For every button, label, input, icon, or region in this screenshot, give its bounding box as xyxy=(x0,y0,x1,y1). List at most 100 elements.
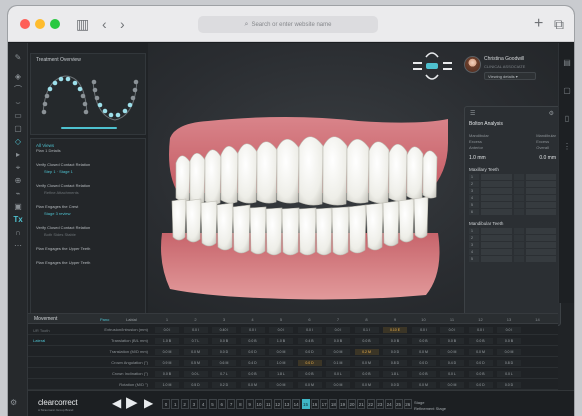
movement-cell[interactable]: 0.0 I xyxy=(497,327,521,333)
movement-column-header[interactable]: 6 xyxy=(299,317,321,322)
movement-cell[interactable]: 0.0 M xyxy=(354,360,379,366)
stage-button[interactable]: 2 xyxy=(180,399,189,409)
movement-cell[interactable]: 0.0 M xyxy=(497,349,521,355)
movement-column-header[interactable]: 14 xyxy=(527,317,549,322)
plan-step[interactable]: Verify Closed Contact Relation Step 1 · … xyxy=(36,162,140,174)
stage-button[interactable]: 20 xyxy=(348,399,356,409)
movement-cell[interactable]: 0.0 B xyxy=(326,338,350,344)
movement-cell[interactable]: 0.0 B xyxy=(297,371,322,377)
movement-cell[interactable]: 0.8 D xyxy=(383,360,407,366)
movement-column-header[interactable]: 9 xyxy=(384,317,406,322)
stage-button[interactable]: 5 xyxy=(208,399,217,409)
tooth-icon[interactable]: ▭ xyxy=(8,109,28,122)
stage-button[interactable]: 11 xyxy=(264,399,273,409)
movement-cell[interactable]: 0.0 L xyxy=(440,371,464,377)
stage-button[interactable]: 13 xyxy=(282,399,291,409)
movement-cell[interactable]: 0.6 M xyxy=(212,360,236,366)
stage-button[interactable]: 24 xyxy=(385,399,394,409)
movement-column-header[interactable]: 7 xyxy=(327,317,349,322)
movement-cell[interactable]: 0.0 B xyxy=(354,338,379,344)
tag-icon[interactable]: ⌁ xyxy=(8,187,28,200)
layers-icon[interactable]: ◈ xyxy=(8,70,28,83)
copy-icon[interactable]: ▯ xyxy=(559,105,574,133)
stage-button[interactable]: 9 xyxy=(245,399,254,409)
movement-cell[interactable]: 0.0 I xyxy=(468,327,493,333)
stage-icon[interactable]: ▢ xyxy=(8,122,28,135)
stage-button[interactable]: 19 xyxy=(338,399,347,409)
movement-cell[interactable]: 1.0 B xyxy=(155,338,179,344)
user-avatar[interactable] xyxy=(464,56,481,73)
lower-jaw-icon[interactable]: ⌣ xyxy=(8,96,28,109)
movement-cell[interactable]: 0.0 L xyxy=(326,371,350,377)
info-icon[interactable]: ⋯ xyxy=(8,239,28,252)
movement-cell[interactable]: 0.4 D xyxy=(240,360,265,366)
back-icon[interactable]: ‹ xyxy=(102,15,107,33)
movement-cell[interactable]: 1.8 L xyxy=(269,371,293,377)
stage-button[interactable]: 3 xyxy=(189,399,198,409)
stage-button[interactable]: 15 xyxy=(301,399,310,409)
stage-button[interactable]: 4 xyxy=(199,399,208,409)
plan-step[interactable]: Verify Closed Contact Relation Refine At… xyxy=(36,183,140,195)
movement-cell[interactable]: 0.7 L xyxy=(212,371,236,377)
movement-cell[interactable]: 0.0 M xyxy=(183,349,208,355)
movement-cell[interactable]: 0.0 I xyxy=(240,327,265,333)
movement-cell[interactable]: 0.1 I xyxy=(354,327,379,333)
movement-cell[interactable]: 0.0 D xyxy=(411,360,436,366)
movement-cell[interactable]: 0.5 M xyxy=(183,360,208,366)
maximize-window-button[interactable] xyxy=(50,19,60,29)
movement-cell[interactable]: 0.0 M xyxy=(269,349,293,355)
movement-cell[interactable]: 0.0 I xyxy=(269,327,293,333)
movement-cell[interactable]: 0.1 M xyxy=(326,360,350,366)
attachment-icon[interactable]: ◇ xyxy=(8,135,28,148)
movement-cell[interactable]: 0.0 I xyxy=(183,327,208,333)
movement-cell[interactable]: 0.4 D xyxy=(440,360,464,366)
movement-cell[interactable]: 0.0 M xyxy=(411,349,436,355)
movement-cell[interactable]: 1.8 L xyxy=(383,371,407,377)
movement-cell[interactable]: 0.0 D xyxy=(383,382,407,388)
movement-cell[interactable]: 0.0 M xyxy=(411,382,436,388)
tabs-icon[interactable]: ⧉ xyxy=(554,15,564,33)
plan-step[interactable]: Plan Engages the Upper Teeth xyxy=(36,246,140,251)
movement-cell[interactable]: 0.0 D xyxy=(240,349,265,355)
movement-cell[interactable]: 0.0 B xyxy=(240,338,265,344)
movement-cell[interactable]: 0.0 M xyxy=(468,349,493,355)
movement-cell[interactable]: 0.0 M xyxy=(326,382,350,388)
movement-cell[interactable]: 1.0 M xyxy=(155,382,179,388)
movement-cell[interactable]: 0.0 M xyxy=(326,349,350,355)
movement-column-header[interactable]: 4 xyxy=(242,317,264,322)
stage-button[interactable]: 26 xyxy=(403,399,412,409)
cube-icon[interactable]: ▣ xyxy=(8,200,28,213)
plan-step[interactable]: Plan Engages the Upper Teeth xyxy=(36,260,140,265)
stage-button[interactable]: 12 xyxy=(273,399,282,409)
stage-button[interactable]: 14 xyxy=(292,399,301,409)
movement-cell[interactable]: 0.2 M xyxy=(354,349,379,355)
new-tab-icon[interactable]: + xyxy=(534,15,543,33)
movement-cell[interactable]: 1.0 M xyxy=(269,360,293,366)
movement-cell[interactable]: 0.0 B xyxy=(383,338,407,344)
plan-step[interactable]: Verify Closed Contact Relation Both Side… xyxy=(36,225,140,237)
movement-column-header[interactable]: 8 xyxy=(356,317,378,322)
text-icon[interactable]: Tx xyxy=(8,213,28,226)
movement-cell[interactable]: 0.0 B xyxy=(240,371,265,377)
movement-cell[interactable]: 0.0 L xyxy=(497,371,521,377)
movement-cell[interactable]: 0.0 B xyxy=(354,371,379,377)
movement-column-header[interactable]: 11 xyxy=(441,317,463,322)
movement-cell[interactable]: 0.0 B xyxy=(440,338,464,344)
movement-column-header[interactable]: 10 xyxy=(413,317,435,322)
movement-cell[interactable]: 0.0 B xyxy=(468,338,493,344)
measure-icon[interactable]: ⊕ xyxy=(8,174,28,187)
labial-toggle[interactable]: Labial xyxy=(126,317,137,322)
movement-cell[interactable]: 0.0 I xyxy=(411,327,436,333)
movement-cell[interactable]: 0.0 D xyxy=(497,382,521,388)
panel-settings-icon[interactable]: ⚙ xyxy=(549,110,554,117)
sidebar-icon[interactable]: ▥ xyxy=(76,15,89,33)
grid-icon[interactable]: ⌖ xyxy=(8,161,28,174)
url-bar[interactable]: ⌕ Search or enter website name xyxy=(198,16,378,33)
stage-button[interactable]: 17 xyxy=(320,399,329,409)
movement-cell[interactable]: 0.0 I xyxy=(326,327,350,333)
movement-cell[interactable]: 0.0 D xyxy=(297,360,322,366)
movement-cell[interactable]: 0.0 B xyxy=(411,371,436,377)
minimize-window-button[interactable] xyxy=(35,19,45,29)
step-forward-icon[interactable]: ▶ xyxy=(144,396,153,410)
stage-button[interactable]: 16 xyxy=(310,399,319,409)
